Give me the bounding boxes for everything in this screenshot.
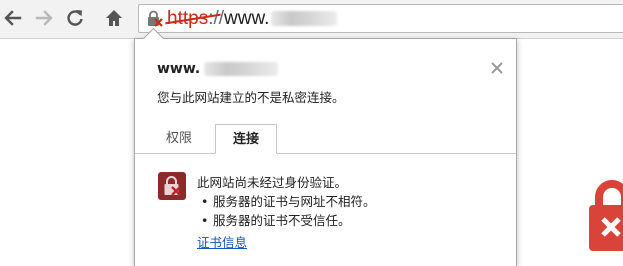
arrow-right-icon (35, 10, 53, 26)
broken-lock-icon[interactable] (146, 10, 164, 28)
home-icon (106, 10, 122, 26)
bullet: • (201, 213, 209, 228)
popup-site-name: www. (157, 61, 279, 77)
browser-toolbar: https://www. (0, 0, 623, 39)
connection-heading: 此网站尚未经过身份验证。 (197, 175, 348, 190)
tab-connection[interactable]: 连接 (215, 124, 277, 154)
site-name-text: www. (157, 61, 201, 77)
url-separator: :// (208, 8, 225, 29)
reason-text: 服务器的证书不受信任。 (213, 213, 351, 228)
back-button[interactable] (0, 5, 26, 31)
site-info-popup: www. 您与此网站建立的不是私密连接。 权限 连接 此网站尚未经过身份验证。 … (134, 27, 517, 266)
broken-lock-icon (158, 172, 186, 200)
close-icon[interactable] (490, 61, 504, 75)
address-bar[interactable]: https://www. (138, 4, 623, 33)
arrow-left-icon (4, 10, 22, 26)
url-text[interactable]: https://www. (165, 8, 338, 30)
popup-tabs: 权限 连接 (135, 124, 516, 154)
connection-reasons: • 服务器的证书与网址不相符。 • 服务器的证书不受信任。 (201, 192, 376, 230)
list-item: • 服务器的证书不受信任。 (201, 211, 376, 230)
url-scheme: https (165, 8, 221, 29)
tab-permissions[interactable]: 权限 (157, 124, 201, 154)
url-host: www. (224, 8, 270, 29)
certificate-info-link[interactable]: 证书信息 (197, 232, 247, 251)
redacted-host (271, 11, 338, 27)
redacted-site-name (204, 62, 279, 76)
bullet: • (201, 194, 209, 209)
reload-button[interactable] (62, 5, 88, 31)
list-item: • 服务器的证书与网址不相符。 (201, 192, 376, 211)
reason-text: 服务器的证书与网址不相符。 (213, 194, 376, 209)
popup-subtitle: 您与此网站建立的不是私密连接。 (157, 90, 345, 105)
forward-button[interactable] (31, 5, 57, 31)
reload-icon (67, 10, 83, 26)
large-lock-icon (589, 180, 623, 251)
home-button[interactable] (101, 5, 127, 31)
